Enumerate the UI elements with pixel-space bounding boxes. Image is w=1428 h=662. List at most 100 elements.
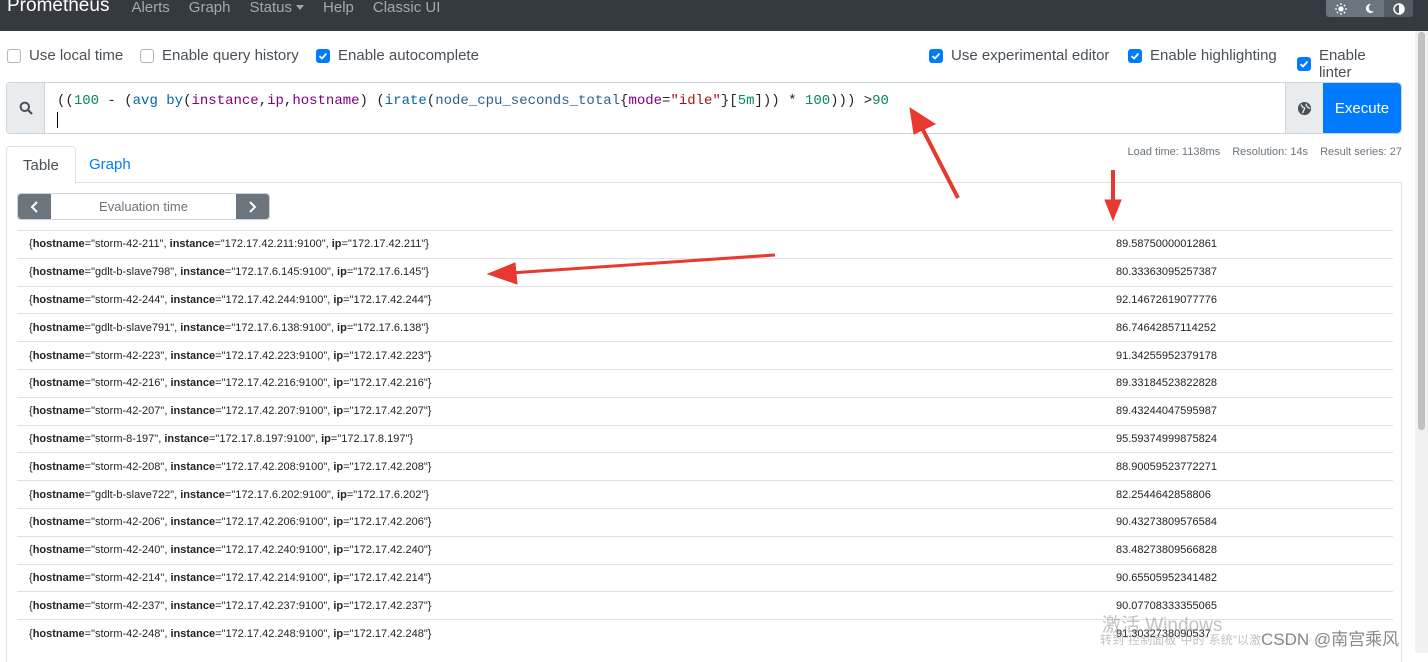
series-labels: {hostname="gdlt-b-slave798", instance="1…	[29, 266, 429, 279]
query-history-option[interactable]: Enable query history	[140, 47, 299, 64]
expression-input-group: ((100 - (avg by(instance,ip,hostname) (i…	[6, 82, 1402, 134]
linter-option[interactable]: Enable linter	[1297, 47, 1402, 81]
nav-help[interactable]: Help	[323, 0, 354, 15]
use-local-time-option[interactable]: Use local time	[7, 47, 123, 64]
check-icon	[931, 52, 941, 60]
table-row: {hostname="storm-42-206", instance="172.…	[17, 507, 1393, 536]
autocomplete-checkbox[interactable]	[316, 48, 330, 63]
query-history-label: Enable query history	[162, 47, 299, 64]
check-icon	[1130, 52, 1140, 60]
series-value: 89.58750000012861	[1116, 238, 1217, 251]
series-labels: {hostname="storm-42-240", instance="172.…	[29, 544, 432, 557]
eval-time-forward-button[interactable]	[236, 194, 269, 219]
theme-dark-button[interactable]	[1355, 0, 1384, 17]
nav-alerts[interactable]: Alerts	[131, 0, 169, 15]
text-cursor	[57, 112, 58, 128]
query-stats: Load time: 1138ms Resolution: 14s Result…	[1127, 146, 1402, 158]
brand-logo[interactable]: Prometheus	[7, 0, 109, 15]
expression-line: ((100 - (avg by(instance,ip,hostname) (i…	[57, 93, 889, 109]
search-icon	[19, 101, 33, 115]
highlighting-option[interactable]: Enable highlighting	[1128, 47, 1277, 64]
series-value: 92.14672619077776	[1116, 293, 1217, 306]
use-local-time-label: Use local time	[29, 47, 124, 64]
table-row: {hostname="gdlt-b-slave722", instance="1…	[17, 480, 1393, 508]
series-labels: {hostname="storm-42-214", instance="172.…	[29, 571, 432, 584]
series-value: 82.2544642858806	[1116, 488, 1211, 501]
csdn-watermark: CSDN @南宫乘风	[1261, 625, 1400, 650]
theme-light-button[interactable]	[1326, 0, 1355, 17]
experimental-editor-label: Use experimental editor	[951, 47, 1110, 64]
theme-auto-button[interactable]	[1384, 0, 1413, 17]
execute-button[interactable]: Execute	[1323, 83, 1401, 133]
table-row: {hostname="storm-42-216", instance="172.…	[17, 368, 1393, 397]
table-row: {hostname="gdlt-b-slave791", instance="1…	[17, 313, 1393, 341]
nav-classic-ui[interactable]: Classic UI	[373, 0, 441, 15]
experimental-editor-option[interactable]: Use experimental editor	[929, 47, 1109, 64]
resolution: Resolution: 14s	[1232, 146, 1309, 158]
load-time: Load time: 1138ms	[1127, 146, 1221, 158]
series-value: 80.33363095257387	[1116, 266, 1217, 279]
series-labels: {hostname="storm-42-216", instance="172.…	[29, 377, 432, 390]
series-labels: {hostname="storm-42-206", instance="172.…	[29, 516, 432, 529]
table-row: {hostname="storm-42-207", instance="172.…	[17, 396, 1393, 425]
query-history-checkbox[interactable]	[140, 48, 154, 63]
experimental-editor-checkbox[interactable]	[929, 48, 943, 63]
tab-graph[interactable]: Graph	[73, 146, 147, 183]
tab-table[interactable]: Table	[6, 146, 76, 184]
table-panel: Evaluation time {hostname="storm-42-211"…	[6, 182, 1402, 662]
page-scrollbar[interactable]	[1415, 31, 1428, 653]
nav-status-label: Status	[249, 0, 293, 16]
series-value: 83.48273809566828	[1116, 544, 1217, 557]
sun-icon	[1334, 2, 1347, 15]
results-table: {hostname="storm-42-211", instance="172.…	[17, 230, 1393, 647]
result-series: Result series: 27	[1320, 146, 1402, 158]
series-labels: {hostname="storm-42-208", instance="172.…	[29, 460, 432, 473]
series-value: 89.33184523822828	[1116, 377, 1217, 390]
series-labels: {hostname="storm-8-197", instance="172.1…	[29, 432, 414, 445]
eval-time-back-button[interactable]	[18, 194, 51, 219]
series-value: 95.59374999875824	[1116, 432, 1217, 445]
series-labels: {hostname="storm-42-211", instance="172.…	[29, 238, 429, 251]
series-value: 89.43244047595987	[1116, 405, 1217, 418]
evaluation-time-group: Evaluation time	[17, 193, 270, 220]
series-value: 86.74642857114252	[1116, 321, 1217, 334]
globe-icon	[1297, 101, 1312, 115]
autocomplete-label: Enable autocomplete	[338, 47, 479, 64]
nav-status[interactable]: Status	[250, 0, 305, 15]
series-value: 90.65505952341482	[1116, 571, 1217, 584]
check-icon	[1299, 60, 1309, 68]
series-labels: {hostname="storm-42-248", instance="172.…	[29, 627, 432, 640]
series-labels: {hostname="gdlt-b-slave722", instance="1…	[29, 488, 429, 501]
check-icon	[318, 52, 328, 60]
series-labels: {hostname="storm-42-237", instance="172.…	[29, 599, 432, 612]
chevron-left-icon	[30, 200, 38, 213]
half-circle-icon	[1392, 2, 1405, 15]
table-row: {hostname="storm-42-223", instance="172.…	[17, 341, 1393, 369]
chevron-right-icon	[249, 200, 257, 213]
highlighting-checkbox[interactable]	[1128, 48, 1142, 63]
evaluation-time-input[interactable]: Evaluation time	[51, 194, 236, 219]
linter-label: Enable linter	[1318, 47, 1366, 81]
highlighting-label: Enable highlighting	[1150, 47, 1277, 64]
scrollbar-thumb[interactable]	[1418, 32, 1425, 430]
table-row: {hostname="storm-42-214", instance="172.…	[17, 563, 1393, 592]
series-value: 91.34255952379178	[1116, 349, 1217, 362]
expression-editor[interactable]: ((100 - (avg by(instance,ip,hostname) (i…	[45, 83, 1285, 133]
top-navbar: Prometheus Alerts Graph Status Help Clas…	[0, 0, 1428, 31]
metrics-explorer-button[interactable]	[1285, 83, 1323, 133]
table-row: {hostname="storm-42-211", instance="172.…	[17, 230, 1393, 258]
theme-toggle-group	[1326, 0, 1413, 17]
nav-graph[interactable]: Graph	[189, 0, 231, 15]
table-row: {hostname="gdlt-b-slave798", instance="1…	[17, 257, 1393, 286]
table-row: {hostname="storm-8-197", instance="172.1…	[17, 424, 1393, 453]
series-value: 90.43273809576584	[1116, 516, 1217, 529]
linter-checkbox[interactable]	[1297, 57, 1311, 71]
series-labels: {hostname="storm-42-244", instance="172.…	[29, 293, 432, 306]
autocomplete-option[interactable]: Enable autocomplete	[316, 47, 479, 64]
table-row: {hostname="storm-42-208", instance="172.…	[17, 452, 1393, 480]
moon-icon	[1365, 3, 1375, 14]
use-local-time-checkbox[interactable]	[7, 48, 21, 63]
expression-search-addon	[7, 83, 45, 133]
series-labels: {hostname="gdlt-b-slave791", instance="1…	[29, 321, 429, 334]
series-labels: {hostname="storm-42-207", instance="172.…	[29, 405, 432, 418]
